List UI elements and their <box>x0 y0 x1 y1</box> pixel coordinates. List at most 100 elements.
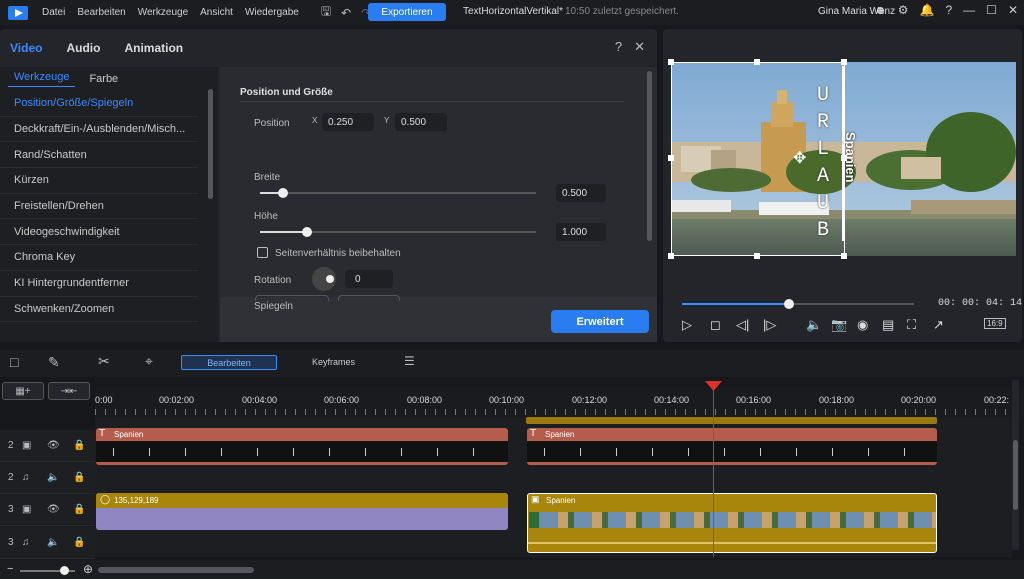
resize-handle[interactable] <box>841 155 847 161</box>
save-icon[interactable]: 🖫 <box>321 2 331 23</box>
subtitles-icon[interactable]: ▤ <box>882 317 894 333</box>
height-slider-knob[interactable] <box>302 227 312 237</box>
resize-handle[interactable] <box>668 155 674 161</box>
undo-icon[interactable]: ↶ <box>341 6 351 20</box>
tab-video[interactable]: Video <box>10 41 42 55</box>
crop-icon[interactable]: ⌖ <box>145 353 153 370</box>
menu-ansicht[interactable]: Ansicht <box>200 7 233 18</box>
menu-wiedergabe[interactable]: Wiedergabe <box>245 7 299 18</box>
tool-deckkraft[interactable]: Deckkraft/Ein-/Ausblenden/Misch... <box>0 117 198 143</box>
width-slider-knob[interactable] <box>278 188 288 198</box>
track-manager-icon[interactable]: ☰ <box>404 354 415 368</box>
timeline-ruler[interactable]: 0:00 00:02:00 00:04:00 00:06:00 00:08:00… <box>95 387 1024 417</box>
height-input[interactable]: 1.000 <box>556 223 606 241</box>
text-clip-icon: T <box>99 428 106 439</box>
width-slider[interactable] <box>260 192 536 194</box>
tool-freistellen[interactable]: Freistellen/Drehen <box>0 194 198 220</box>
playhead-line[interactable] <box>713 382 714 557</box>
video-clip[interactable]: Spanien ▣ <box>527 493 937 553</box>
menu-bearbeiten[interactable]: Bearbeiten <box>77 7 125 18</box>
help-icon[interactable]: ? <box>945 3 952 17</box>
clip-partial[interactable] <box>526 417 937 424</box>
color-clip[interactable]: 135,129,189 ◯ <box>96 493 508 530</box>
prev-frame-icon[interactable]: ◁| <box>736 317 749 333</box>
maximize-icon[interactable]: ☐ <box>986 3 997 17</box>
split-scissors-icon[interactable]: ✂ <box>98 353 110 370</box>
stop-icon[interactable]: ◻ <box>710 317 721 333</box>
subtab-farbe[interactable]: Farbe <box>83 73 124 85</box>
tool-kuerzen[interactable]: Kürzen <box>0 168 198 194</box>
panel-close-icon[interactable]: ✕ <box>634 39 645 55</box>
selection-box[interactable] <box>671 62 845 256</box>
subtab-werkzeuge[interactable]: Werkzeuge <box>8 71 76 87</box>
export-button[interactable]: Exportieren <box>368 3 446 21</box>
text-clip[interactable]: Spanien T <box>96 428 508 465</box>
aspect-checkbox[interactable] <box>257 247 268 258</box>
tool-geschwindigkeit[interactable]: Videogeschwindigkeit <box>0 219 198 246</box>
volume-icon[interactable]: 🔈 <box>806 317 822 333</box>
tool-position[interactable]: Position/Größe/Spiegeln <box>0 91 198 117</box>
playback-quality-icon[interactable]: ◉ <box>857 317 868 333</box>
mirror-horizontal-button[interactable] <box>255 295 329 301</box>
track-header: 3 ▣ 👁 🔒 <box>0 494 95 526</box>
project-name: TextHorizontalVertikal* <box>463 6 564 17</box>
resize-handle[interactable] <box>668 59 674 65</box>
menu-datei[interactable]: Datei <box>42 7 65 18</box>
props-scrollbar[interactable] <box>647 71 652 241</box>
advanced-button[interactable]: Erweitert <box>551 310 649 333</box>
panel-help-icon[interactable]: ? <box>615 39 622 55</box>
tab-animation[interactable]: Animation <box>124 41 183 55</box>
tab-keyframes[interactable]: Keyframes <box>312 357 355 367</box>
zoom-out-icon[interactable]: − <box>7 563 13 575</box>
next-frame-icon[interactable]: |▷ <box>763 317 776 333</box>
tab-audio[interactable]: Audio <box>66 41 100 55</box>
lock-icon: 🔒 <box>73 440 86 451</box>
snapshot-icon[interactable]: 📷 <box>831 317 847 333</box>
tool-schwenken[interactable]: Schwenken/Zoomen <box>0 297 198 323</box>
timeline-h-scrollbar[interactable] <box>98 567 254 573</box>
position-x-input[interactable]: 0.250 <box>322 113 374 131</box>
tool-rand[interactable]: Rand/Schatten <box>0 142 198 169</box>
aspect-ratio-badge[interactable]: 16:9 <box>984 318 1006 329</box>
menu-werkzeuge[interactable]: Werkzeuge <box>138 7 188 18</box>
timeline-toolbar <box>0 350 1024 377</box>
ruler-label: 00:20:00 <box>901 395 937 405</box>
mute-icon: 🔈 <box>47 537 60 548</box>
preview-progress <box>682 303 789 305</box>
resize-handle[interactable] <box>754 253 760 259</box>
resize-handle[interactable] <box>841 253 847 259</box>
timeline-v-scrollbar[interactable] <box>1012 380 1019 550</box>
rotation-input[interactable]: 0 <box>345 270 393 288</box>
zoom-slider-knob[interactable] <box>60 566 69 575</box>
resize-handle[interactable] <box>668 253 674 259</box>
fit-timeline-button[interactable]: ⇥⇤ <box>48 382 90 400</box>
width-input[interactable]: 0.500 <box>556 184 606 202</box>
zoom-in-icon[interactable]: ⊕ <box>83 562 93 576</box>
scrubber-knob[interactable] <box>784 299 794 309</box>
track-header: 2 ♫ 🔈 🔒 <box>0 462 95 494</box>
play-icon[interactable]: ▷ <box>682 317 692 333</box>
minimize-icon[interactable]: — <box>963 3 975 17</box>
sidebar-scrollbar[interactable] <box>208 89 213 199</box>
notification-icon[interactable]: 🔔 <box>920 3 935 17</box>
draw-icon[interactable]: ✎ <box>48 354 60 371</box>
text-clip[interactable]: Spanien T <box>527 428 937 465</box>
tool-ki-hintergrund[interactable]: KI Hintergrundentferner <box>0 271 198 297</box>
zoom-preview-icon[interactable]: ⛶ <box>907 317 916 333</box>
tab-bearbeiten[interactable]: Bearbeiten <box>181 355 277 370</box>
mirror-vertical-button[interactable] <box>338 295 400 301</box>
magic-tools-icon[interactable]: □ <box>10 354 18 370</box>
undock-icon[interactable]: ↗ <box>933 317 944 333</box>
position-y-input[interactable]: 0.500 <box>395 113 447 131</box>
ruler-label: 00:16:00 <box>736 395 772 405</box>
aspect-label: Seitenverhältnis beibehalten <box>275 248 401 259</box>
settings-gear-icon[interactable]: ⚙ <box>898 3 909 17</box>
close-window-icon[interactable]: ✕ <box>1008 3 1018 17</box>
lock-icon: 🔒 <box>73 504 86 515</box>
add-track-button[interactable]: ▦+ <box>2 382 44 400</box>
resize-handle[interactable] <box>841 59 847 65</box>
account-icon[interactable]: ☻ <box>874 3 887 17</box>
resize-handle[interactable] <box>754 59 760 65</box>
rotation-dial[interactable] <box>312 267 336 291</box>
tool-chroma-key[interactable]: Chroma Key <box>0 245 198 271</box>
